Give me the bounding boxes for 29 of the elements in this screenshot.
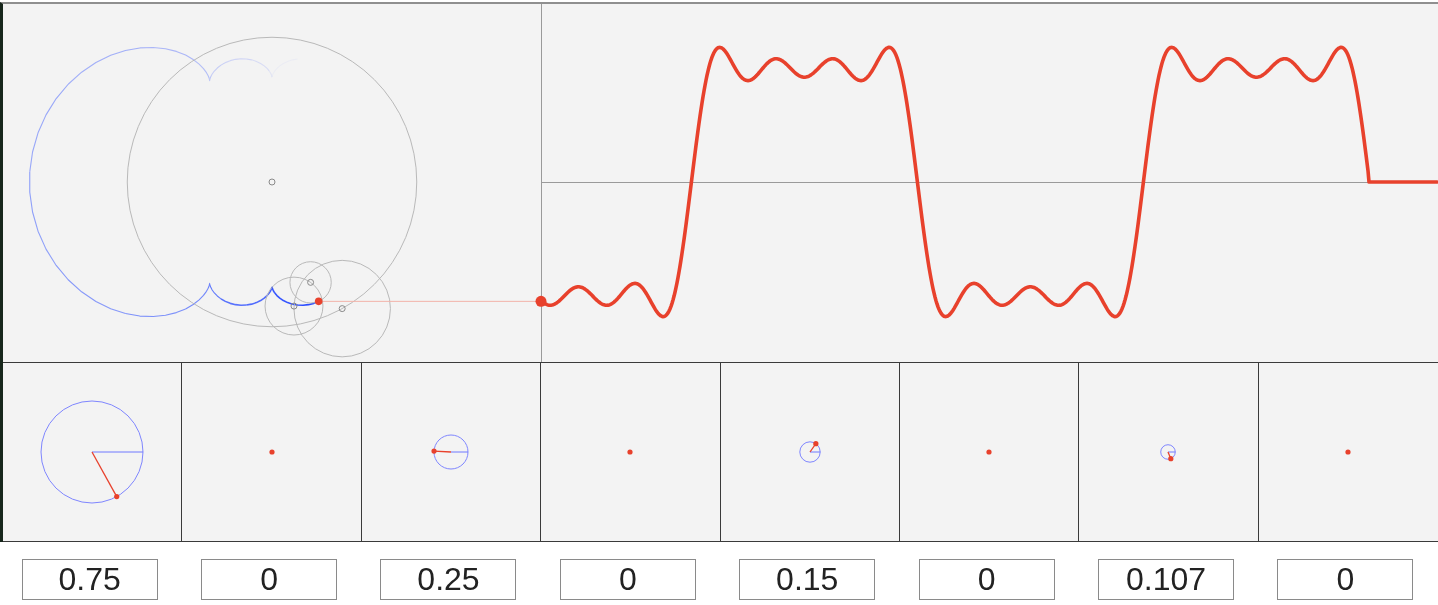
- harmonic-circle: [799, 441, 821, 463]
- value-field[interactable]: 0.107: [1098, 559, 1235, 600]
- value-field[interactable]: 0: [918, 559, 1055, 600]
- center-marker-icon: [307, 278, 315, 286]
- phasor-dot-icon: [268, 449, 275, 455]
- tip-dot-icon: [314, 297, 323, 306]
- phasor-dot-icon: [1345, 449, 1351, 455]
- center-marker-icon: [338, 305, 346, 313]
- phasor-dot-icon: [114, 494, 120, 500]
- phasor-dot-icon: [627, 449, 633, 455]
- value-field[interactable]: 0.15: [739, 559, 876, 600]
- reference-line: [450, 451, 469, 453]
- phasor-dot-icon: [431, 448, 437, 454]
- reference-line: [91, 451, 144, 453]
- center-marker-icon: [290, 302, 298, 310]
- value-field[interactable]: 0: [559, 559, 696, 600]
- center-marker-icon: [268, 178, 276, 186]
- reference-line: [809, 451, 821, 453]
- phasor-dot-icon: [986, 449, 992, 455]
- value-field[interactable]: 0.25: [380, 559, 517, 600]
- phasor-dot-icon: [1168, 456, 1174, 462]
- harmonic-circle: [433, 434, 469, 470]
- value-field[interactable]: 0: [1277, 559, 1414, 600]
- harmonic-circle: [1160, 444, 1177, 460]
- wave-dot-icon: [535, 295, 547, 307]
- value-field[interactable]: 0: [201, 559, 338, 600]
- phasor-dot-icon: [812, 441, 819, 447]
- reference-line: [1167, 451, 1177, 453]
- value-field[interactable]: 0.75: [21, 559, 158, 600]
